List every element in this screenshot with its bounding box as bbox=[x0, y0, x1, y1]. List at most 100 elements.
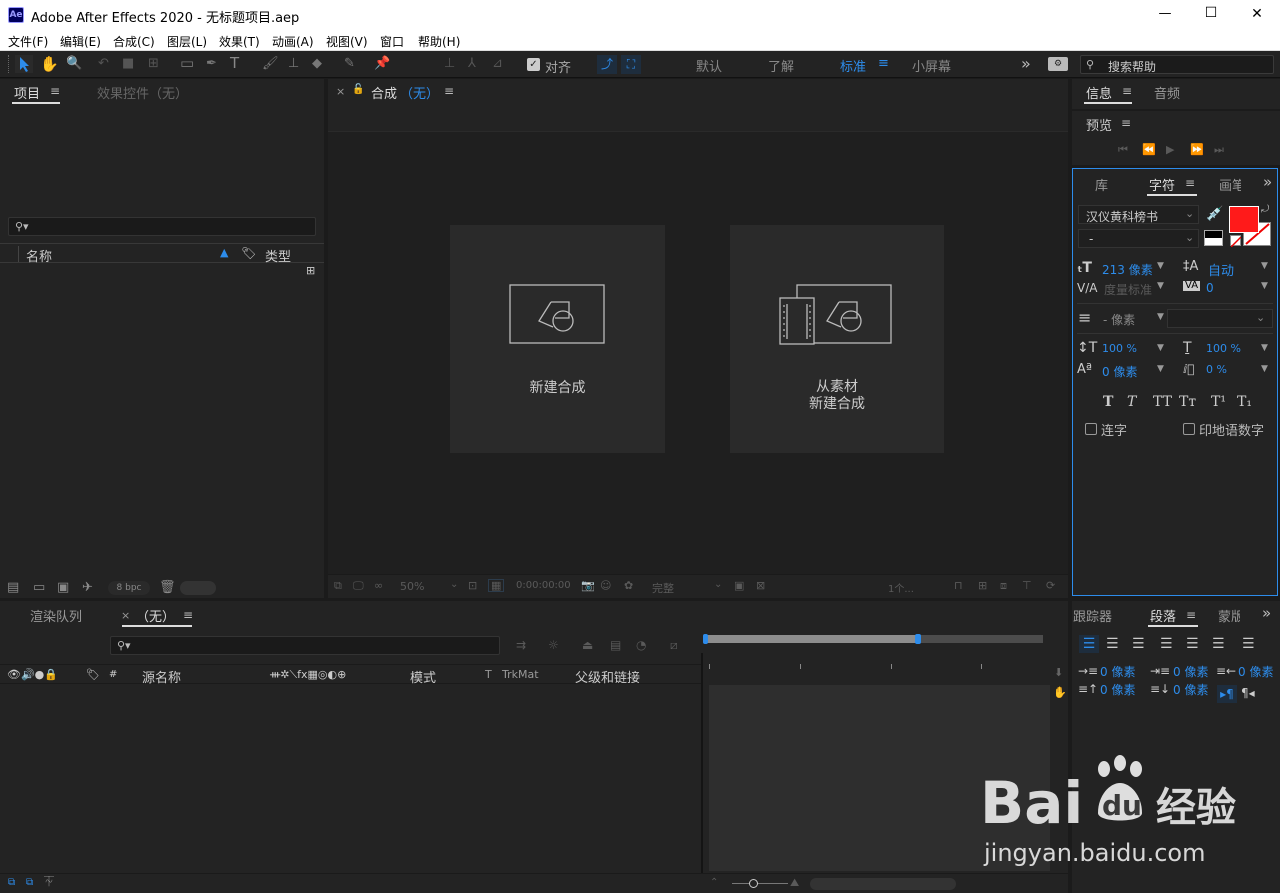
font-style-select[interactable]: - ⌄ bbox=[1078, 229, 1199, 248]
stroke-width-value[interactable]: - 像素 bbox=[1103, 311, 1135, 328]
comp-mini-flowchart-icon[interactable]: ⇉ bbox=[516, 639, 526, 651]
new-composition-icon[interactable]: ▣ bbox=[57, 581, 69, 594]
av-feature-icons[interactable]: 👁🔊●🔒 bbox=[7, 668, 58, 681]
previous-frame-icon[interactable]: ⏪ bbox=[1142, 144, 1156, 155]
close-tab-icon[interactable]: × bbox=[336, 85, 345, 98]
flowchart-icon[interactable]: ⊞ bbox=[306, 264, 315, 277]
local-axis-icon[interactable]: ⊥ bbox=[444, 57, 455, 70]
timecode-display[interactable]: 0:00:00:00 bbox=[516, 580, 571, 591]
snapshot-icon[interactable]: 📷 bbox=[581, 580, 595, 591]
zoom-dropdown-icon[interactable]: ⌄ bbox=[450, 580, 458, 590]
chevron-down-icon[interactable]: ▼ bbox=[1261, 262, 1268, 271]
zoom-select[interactable]: 50% bbox=[400, 580, 424, 593]
stroke-style-select[interactable]: ⌄ bbox=[1167, 309, 1273, 328]
transfer-controls-toggle-icon[interactable]: ⧉ bbox=[26, 878, 33, 888]
graph-editor-icon[interactable]: ⧄ bbox=[670, 639, 678, 651]
camera-tool-icon[interactable]: ■ bbox=[122, 57, 134, 70]
project-panel-menu-icon[interactable]: ≡ bbox=[50, 84, 60, 98]
tab-paint[interactable]: 画笔 bbox=[1219, 175, 1241, 194]
puppet-pin-tool-icon[interactable]: 📌 bbox=[374, 57, 390, 70]
default-colors-icon[interactable] bbox=[1204, 230, 1223, 246]
label-tag-icon[interactable]: 🏷 bbox=[241, 246, 256, 260]
horizontal-scale-value[interactable]: 100 % bbox=[1206, 342, 1241, 355]
first-frame-icon[interactable]: ⏮ bbox=[1118, 144, 1128, 155]
minimize-button[interactable]: — bbox=[1150, 6, 1180, 21]
menu-help[interactable]: 帮助(H) bbox=[418, 33, 460, 50]
column-preserve-transparency[interactable]: T bbox=[485, 668, 492, 681]
tab-tracker[interactable]: 跟踪器 bbox=[1072, 606, 1112, 625]
new-composition-card[interactable]: 新建合成 bbox=[450, 225, 665, 453]
workspace-standard[interactable]: 标准 bbox=[840, 56, 866, 75]
paragraph-menu-icon[interactable]: ≡ bbox=[1186, 608, 1196, 622]
timeline-track-area[interactable] bbox=[709, 685, 1050, 871]
label-tag-icon[interactable]: 🏷 bbox=[86, 668, 100, 681]
small-caps-button[interactable]: Tт bbox=[1179, 394, 1196, 410]
draft-3d-icon[interactable]: ☼ bbox=[548, 639, 559, 651]
chevron-down-icon[interactable]: ▼ bbox=[1261, 282, 1268, 291]
motion-blur-icon[interactable]: ◔ bbox=[636, 639, 646, 651]
always-preview-icon[interactable]: ⧉ bbox=[334, 580, 342, 591]
tab-effect-controls[interactable]: 效果控件（无） bbox=[97, 83, 188, 102]
indent-right-value[interactable]: 0 像素 bbox=[1238, 663, 1273, 680]
toggle-pixel-icon[interactable]: ⊓ bbox=[954, 580, 963, 591]
hand-tool-icon[interactable]: ✋ bbox=[40, 57, 59, 72]
indent-first-line-value[interactable]: 0 像素 bbox=[1173, 663, 1208, 680]
zoom-slider-track[interactable] bbox=[732, 883, 788, 884]
timeline-scrollbar[interactable] bbox=[810, 878, 956, 890]
play-icon[interactable]: ▶ bbox=[1166, 144, 1174, 155]
snap-checkbox[interactable]: ✓ bbox=[527, 58, 540, 71]
search-help-field[interactable]: ⚲ 搜索帮助 bbox=[1080, 55, 1274, 74]
work-area-range[interactable] bbox=[705, 635, 917, 643]
panel-overflow-icon[interactable]: » bbox=[1262, 604, 1271, 622]
frame-blending-icon[interactable]: ▤ bbox=[610, 639, 621, 651]
chevron-down-icon[interactable]: ▼ bbox=[1157, 282, 1164, 291]
tab-project[interactable]: 项目 bbox=[14, 83, 40, 102]
chevron-down-icon[interactable]: ▼ bbox=[1157, 344, 1164, 353]
view-layout-select[interactable]: 1个... bbox=[888, 580, 914, 595]
timeline-search-input[interactable]: ⚲▾ bbox=[110, 636, 500, 655]
column-trkmat[interactable]: TrkMat bbox=[502, 668, 539, 681]
eraser-tool-icon[interactable]: ◆ bbox=[312, 57, 322, 70]
mask-icon[interactable]: ∞ bbox=[374, 580, 383, 591]
chevron-down-icon[interactable]: ▼ bbox=[1157, 262, 1164, 271]
menu-window[interactable]: 窗口 bbox=[380, 33, 404, 50]
flowchart-icon[interactable]: ⊤ bbox=[1022, 580, 1032, 591]
tab-composition-value[interactable]: （无） bbox=[400, 83, 439, 102]
selection-tool-icon[interactable] bbox=[15, 55, 33, 73]
info-menu-icon[interactable]: ≡ bbox=[1122, 84, 1132, 98]
close-tab-icon[interactable]: × bbox=[121, 609, 130, 622]
tab-audio[interactable]: 音频 bbox=[1154, 83, 1180, 102]
panel-overflow-icon[interactable]: » bbox=[1263, 173, 1272, 191]
indent-left-value[interactable]: 0 像素 bbox=[1100, 663, 1135, 680]
work-area-end-handle[interactable] bbox=[915, 634, 921, 644]
align-right-icon[interactable]: ☰ bbox=[1132, 637, 1145, 651]
new-folder-icon[interactable]: ▭ bbox=[33, 581, 45, 594]
workspace-small-screen[interactable]: 小屏幕 bbox=[912, 56, 951, 75]
menu-effect[interactable]: 效果(T) bbox=[219, 33, 260, 50]
roto-brush-tool-icon[interactable]: ✎ bbox=[344, 57, 355, 70]
all-caps-button[interactable]: TT bbox=[1153, 394, 1172, 410]
tab-info[interactable]: 信息 bbox=[1086, 83, 1112, 102]
adjust-project-settings-icon[interactable]: ✈ bbox=[82, 581, 93, 594]
zoom-in-icon[interactable]: ⛰ bbox=[790, 877, 799, 888]
layer-switches-icons[interactable]: ᚒ✲⟍fx▦◎◐⊕ bbox=[270, 668, 346, 682]
faux-italic-button[interactable]: T bbox=[1127, 394, 1136, 410]
next-frame-icon[interactable]: ⏩ bbox=[1190, 144, 1204, 155]
eyedropper-icon[interactable]: 💉 bbox=[1206, 207, 1223, 221]
faux-bold-button[interactable]: T bbox=[1103, 394, 1113, 410]
tab-character[interactable]: 字符 bbox=[1149, 175, 1175, 194]
rtl-direction-icon[interactable]: ¶◂ bbox=[1241, 687, 1255, 699]
grid-icon[interactable]: ▦ bbox=[488, 579, 505, 592]
chevron-down-icon[interactable]: ▼ bbox=[1157, 313, 1164, 322]
snap-edges-icon[interactable]: ⤴ bbox=[597, 55, 617, 74]
menu-composition[interactable]: 合成(C) bbox=[113, 33, 155, 50]
character-menu-icon[interactable]: ≡ bbox=[1185, 176, 1195, 190]
fast-preview-icon[interactable]: ⊞ bbox=[978, 580, 987, 591]
layer-switches-toggle-icon[interactable]: ⧉ bbox=[8, 878, 15, 888]
transparency-grid-icon[interactable]: ⊠ bbox=[756, 580, 765, 591]
tab-mask[interactable]: 蒙版 bbox=[1218, 606, 1240, 625]
tab-composition[interactable]: 合成 bbox=[371, 83, 397, 102]
justify-left-icon[interactable]: ☰ bbox=[1160, 637, 1173, 651]
safe-zones-icon[interactable]: ⊡ bbox=[468, 580, 477, 591]
justify-right-icon[interactable]: ☰ bbox=[1212, 637, 1225, 651]
